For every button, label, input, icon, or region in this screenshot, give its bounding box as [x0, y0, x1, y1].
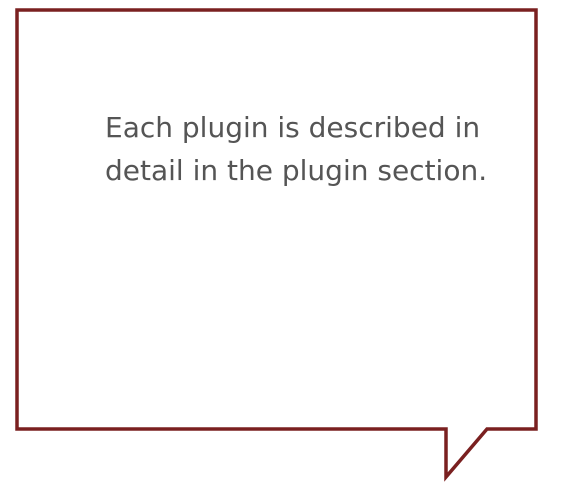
callout-text: Each plugin is described in detail in th… — [105, 111, 488, 187]
speech-bubble-outline — [15, 8, 538, 482]
speech-bubble — [15, 8, 538, 482]
